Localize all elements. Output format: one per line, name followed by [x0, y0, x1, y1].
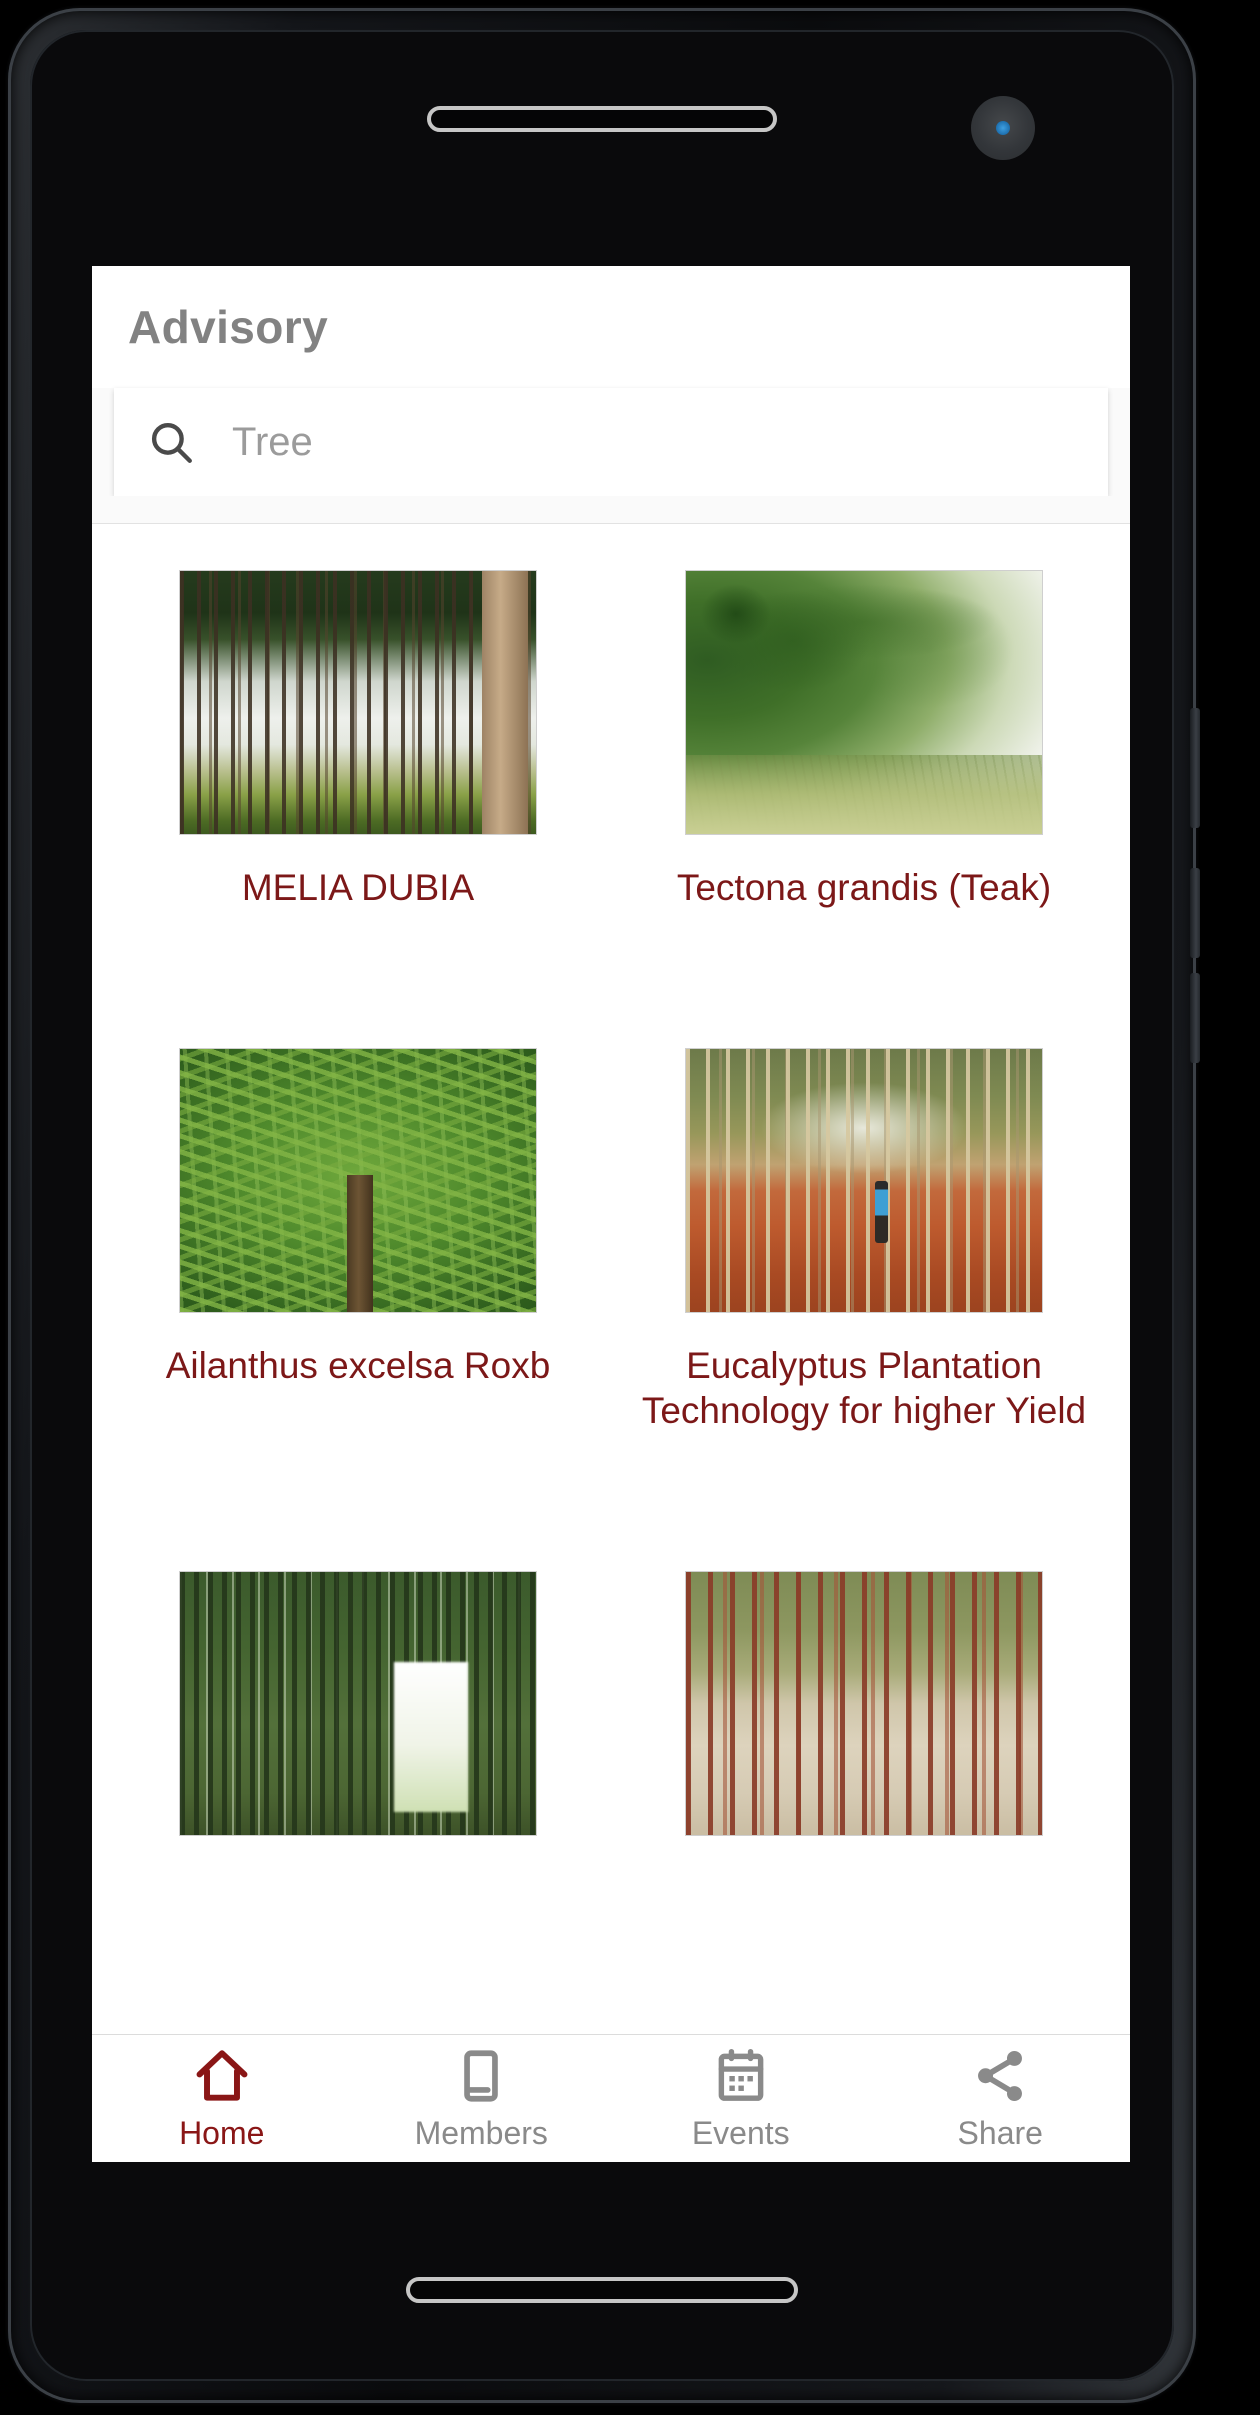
- card-tectona-grandis[interactable]: Tectona grandis (Teak): [622, 560, 1106, 1038]
- nav-label: Share: [957, 2115, 1043, 2151]
- camera-lens: [996, 121, 1010, 135]
- home-icon: [196, 2050, 248, 2101]
- power-button[interactable]: [1190, 708, 1200, 828]
- melia-dubia-plantation-image: [180, 571, 536, 834]
- card-label: Tectona grandis (Teak): [676, 867, 1052, 908]
- phone-frame: Advisory MELIA DUBIA: [8, 8, 1200, 2403]
- card-label: MELIA DUBIA: [241, 867, 475, 908]
- search-bar[interactable]: [114, 388, 1108, 496]
- nav-item-events[interactable]: Events: [611, 2035, 871, 2162]
- nav-label: Events: [691, 2115, 790, 2151]
- app-screen: Advisory MELIA DUBIA: [92, 266, 1130, 2162]
- card-eucalyptus-plantation[interactable]: Eucalyptus Plantation Technology for hig…: [622, 1038, 1106, 1561]
- card-thumbnail[interactable]: [685, 570, 1043, 835]
- share-icon: [978, 2050, 1023, 2102]
- nav-item-members[interactable]: Members: [352, 2035, 612, 2162]
- front-camera: [971, 96, 1035, 160]
- nav-item-home[interactable]: Home: [92, 2035, 352, 2162]
- search-section: [92, 388, 1130, 496]
- card-ailanthus-excelsa[interactable]: Ailanthus excelsa Roxb: [116, 1038, 600, 1561]
- book-icon: [464, 2050, 499, 2102]
- ailanthus-foliage-image: [180, 1049, 536, 1312]
- card-thumbnail[interactable]: [179, 570, 537, 835]
- card-label: Ailanthus excelsa Roxb: [165, 1345, 551, 1386]
- card-thumbnail[interactable]: [179, 1048, 537, 1313]
- card-row3-left[interactable]: [116, 1561, 600, 1994]
- card-melia-dubia[interactable]: MELIA DUBIA: [116, 560, 600, 1038]
- volume-up-button[interactable]: [1190, 868, 1200, 958]
- nav-item-share[interactable]: Share: [871, 2035, 1131, 2162]
- card-thumbnail[interactable]: [685, 1571, 1043, 1837]
- tree-corridor-image: [180, 1572, 536, 1836]
- volume-down-button[interactable]: [1190, 973, 1200, 1063]
- search-icon: [151, 422, 192, 463]
- eucalyptus-plantation-image: [686, 1049, 1042, 1312]
- card-label: Eucalyptus Plantation Technology for hig…: [641, 1345, 1087, 1432]
- card-row3-right[interactable]: [622, 1561, 1106, 1994]
- earpiece-speaker: [427, 106, 777, 132]
- bottom-navigation-bar: Home Members Events Share: [92, 2034, 1130, 2162]
- advisory-card-grid: MELIA DUBIA Tectona grandis (Teak) Ailan…: [92, 524, 1130, 1994]
- card-thumbnail[interactable]: [685, 1048, 1043, 1313]
- search-input[interactable]: [232, 419, 1108, 465]
- nav-label: Members: [414, 2115, 548, 2151]
- search-divider: [92, 496, 1130, 524]
- nav-label: Home: [179, 2115, 265, 2151]
- card-thumbnail[interactable]: [179, 1571, 537, 1837]
- page-title: Advisory: [128, 301, 329, 353]
- teak-plantation-image: [686, 571, 1042, 834]
- red-trunk-plantation-image: [686, 1572, 1042, 1836]
- home-indicator-pill[interactable]: [406, 2277, 798, 2303]
- calendar-icon: [718, 2049, 764, 2101]
- app-bar: Advisory: [92, 266, 1130, 388]
